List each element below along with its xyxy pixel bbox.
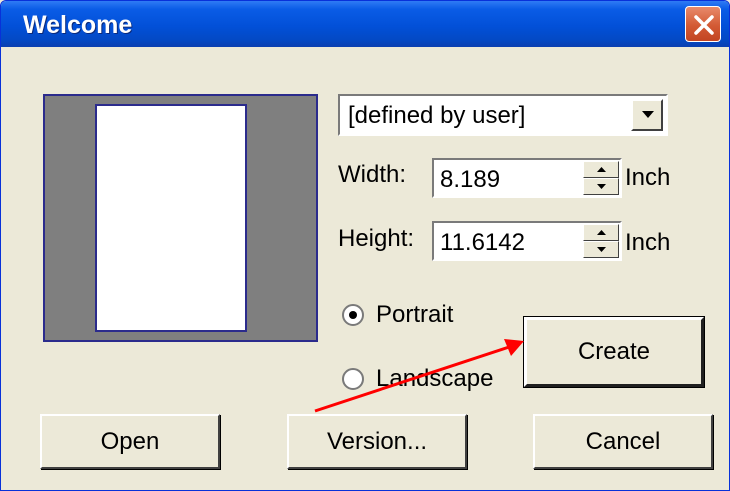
welcome-dialog: Welcome [defined by user] Width: 8.189 I… — [0, 0, 730, 491]
page-preview-sheet — [95, 104, 247, 332]
paper-size-dropdown-button[interactable] — [631, 99, 663, 131]
arrow-up-icon — [597, 230, 606, 235]
arrow-down-icon — [597, 247, 606, 252]
height-unit: Inch — [625, 229, 671, 256]
dialog-title: Welcome — [23, 11, 133, 39]
width-value: 8.189 — [440, 166, 501, 193]
create-button-label: Create — [577, 338, 651, 365]
height-field[interactable]: 11.6142 — [432, 221, 622, 261]
height-decrement-button[interactable] — [583, 241, 619, 258]
create-button[interactable]: Create — [523, 316, 705, 388]
close-icon — [694, 15, 714, 35]
height-increment-button[interactable] — [583, 224, 619, 241]
chevron-down-icon — [642, 111, 654, 118]
cancel-button-label: Cancel — [585, 427, 661, 455]
landscape-label[interactable]: Landscape — [376, 365, 493, 393]
width-increment-button[interactable] — [583, 161, 619, 178]
page-preview — [43, 94, 318, 342]
arrow-up-icon — [597, 167, 606, 172]
portrait-label[interactable]: Portrait — [376, 301, 453, 329]
version-button-label: Version... — [326, 427, 428, 455]
width-field[interactable]: 8.189 — [432, 158, 622, 198]
paper-size-value: [defined by user] — [348, 102, 526, 129]
radio-selected-dot — [349, 311, 357, 319]
width-spinner[interactable] — [583, 161, 619, 195]
version-button[interactable]: Version... — [287, 414, 467, 469]
cancel-button[interactable]: Cancel — [533, 414, 713, 469]
height-label: Height: — [338, 225, 415, 252]
title-bar[interactable]: Welcome — [1, 1, 729, 47]
height-value: 11.6142 — [440, 229, 525, 256]
close-button[interactable] — [685, 6, 721, 42]
width-label: Width: — [338, 161, 407, 188]
landscape-radio[interactable] — [342, 368, 364, 390]
width-unit: Inch — [625, 164, 671, 191]
width-decrement-button[interactable] — [583, 178, 619, 195]
paper-size-select[interactable]: [defined by user] — [338, 94, 668, 136]
portrait-radio[interactable] — [342, 304, 364, 326]
height-spinner[interactable] — [583, 224, 619, 258]
open-button-label: Open — [100, 427, 160, 455]
arrow-down-icon — [597, 184, 606, 189]
open-button[interactable]: Open — [40, 414, 220, 469]
